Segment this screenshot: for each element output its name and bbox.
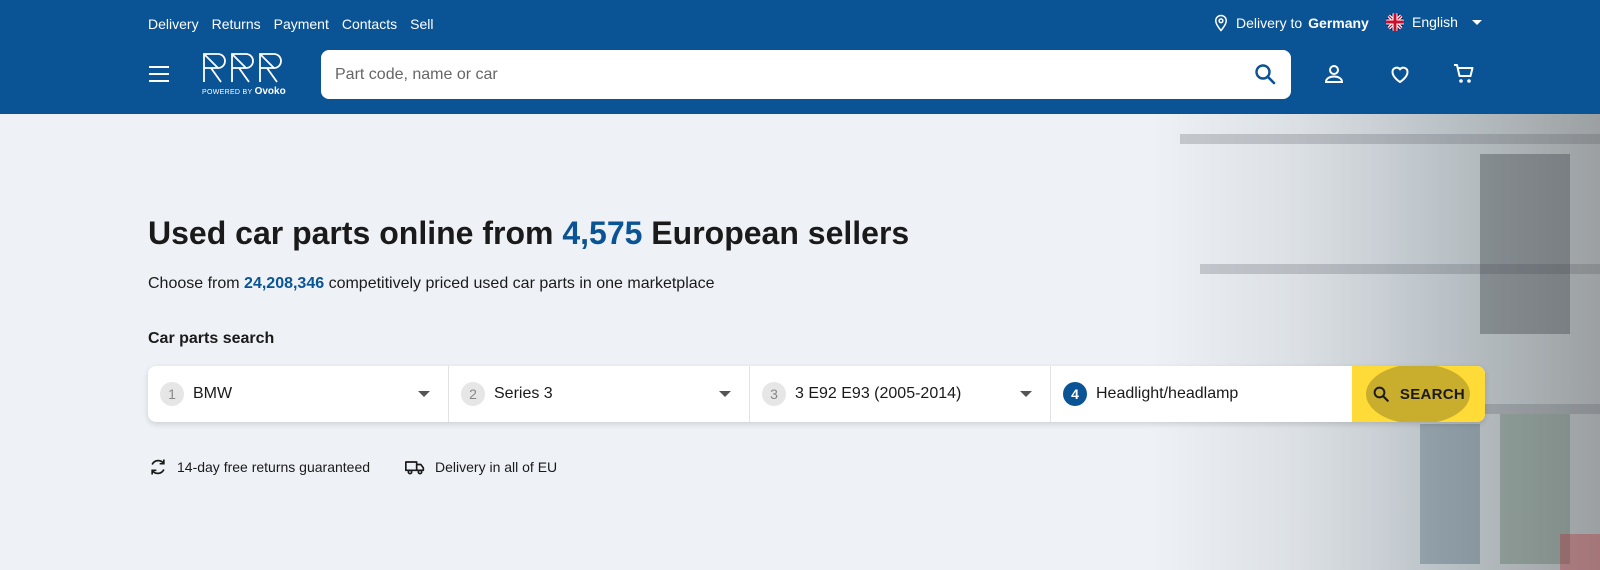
hero-title-suffix: European sellers — [651, 215, 910, 251]
user-account-icon[interactable] — [1322, 62, 1346, 86]
seller-count: 4,575 — [562, 215, 643, 251]
car-parts-search: 1 BMW 2 Series 3 3 3 E92 E93 (2005-2014)… — [148, 366, 1485, 422]
hero-title: Used car parts online from 4,575 Europea… — [148, 215, 909, 252]
language-selector[interactable]: English — [1386, 13, 1482, 31]
search-icon — [1373, 386, 1389, 402]
global-search — [321, 50, 1291, 99]
cart-icon[interactable] — [1452, 62, 1476, 86]
step-number: 2 — [461, 382, 485, 406]
site-header: Delivery Returns Payment Contacts Sell D… — [0, 0, 1600, 114]
perk-returns-text: 14-day free returns guaranteed — [177, 459, 371, 475]
step-number: 4 — [1063, 382, 1087, 406]
make-value: BMW — [193, 385, 233, 402]
hero-sub-prefix: Choose from — [148, 275, 240, 292]
part-value: Headlight/headlamp — [1096, 385, 1239, 402]
chevron-down-icon — [719, 391, 731, 397]
search-button-label: SEARCH — [1399, 385, 1466, 403]
location-pin-icon — [1214, 14, 1228, 32]
car-search-label: Car parts search — [148, 330, 275, 347]
language-label: English — [1412, 14, 1458, 30]
logo-powered-by: POWERED BY — [202, 89, 253, 96]
generation-select[interactable]: 3 3 E92 E93 (2005-2014) — [750, 366, 1051, 422]
site-logo[interactable]: POWERED BY Ovoko — [202, 52, 288, 98]
delivery-country-selector[interactable]: Delivery to Germany — [1212, 13, 1369, 33]
chevron-down-icon — [1471, 19, 1482, 25]
hero-title-prefix: Used car parts online from — [148, 215, 554, 251]
logo-mark — [203, 53, 282, 83]
uk-flag-icon — [1386, 13, 1404, 31]
hero-sub-suffix: competitively priced used car parts in o… — [328, 275, 715, 292]
perk-delivery: Delivery in all of EU — [404, 457, 557, 477]
chevron-down-icon — [1020, 391, 1032, 397]
truck-icon — [405, 461, 425, 475]
heart-icon[interactable] — [1388, 62, 1412, 86]
search-icon[interactable] — [1253, 62, 1277, 86]
model-select[interactable]: 2 Series 3 — [449, 366, 750, 422]
nav-returns[interactable]: Returns — [212, 16, 261, 32]
part-input[interactable]: 4 Headlight/headlamp — [1051, 366, 1352, 422]
make-select[interactable]: 1 BMW — [148, 366, 449, 422]
chevron-down-icon — [418, 391, 430, 397]
perk-delivery-text: Delivery in all of EU — [435, 459, 558, 475]
hero-background-image — [1000, 114, 1600, 570]
model-value: Series 3 — [494, 385, 553, 402]
step-number: 1 — [160, 382, 184, 406]
top-nav: Delivery Returns Payment Contacts Sell — [148, 16, 433, 32]
nav-delivery[interactable]: Delivery — [148, 16, 199, 32]
refresh-icon — [151, 459, 165, 475]
step-number: 3 — [762, 382, 786, 406]
nav-payment[interactable]: Payment — [274, 16, 329, 32]
perk-returns: 14-day free returns guaranteed — [148, 457, 370, 477]
logo-brand: Ovoko — [254, 86, 286, 97]
nav-contacts[interactable]: Contacts — [342, 16, 397, 32]
car-search-button[interactable]: SEARCH — [1352, 366, 1485, 422]
delivery-prefix: Delivery to — [1236, 15, 1303, 31]
hero-subtitle: Choose from 24,208,346 competitively pri… — [148, 275, 715, 293]
delivery-country: Germany — [1308, 15, 1369, 31]
nav-sell[interactable]: Sell — [410, 16, 433, 32]
parts-count: 24,208,346 — [244, 275, 325, 292]
generation-value: 3 E92 E93 (2005-2014) — [795, 385, 962, 402]
menu-icon[interactable] — [149, 66, 169, 82]
global-search-input[interactable] — [335, 50, 1215, 99]
